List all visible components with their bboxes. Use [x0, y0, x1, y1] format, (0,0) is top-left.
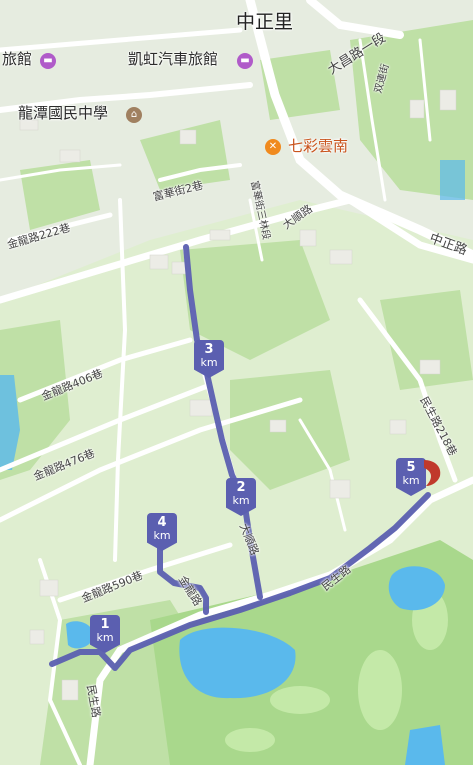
- km-marker-1[interactable]: 1 km: [90, 615, 120, 653]
- km-unit: km: [153, 529, 171, 542]
- km-number: 1: [100, 617, 110, 632]
- fork-knife-icon: ✕: [265, 139, 281, 155]
- km-marker-3[interactable]: 3 km: [194, 340, 224, 378]
- hotel-kaihong-label[interactable]: 凱虹汽車旅館: [128, 52, 218, 67]
- km-number: 4: [157, 515, 167, 530]
- km-marker-2[interactable]: 2 km: [226, 478, 256, 516]
- school-icon: ⌂: [126, 107, 142, 123]
- map-view[interactable]: ▬ ▬ ⌂ ✕ 中正里 旅館 凱虹汽車旅館 龍潭國民中學 七彩雲南 大昌路一段 …: [0, 0, 473, 765]
- bed-icon: ▬: [40, 53, 56, 69]
- end-flag-icon[interactable]: [420, 458, 444, 488]
- km-unit: km: [200, 356, 218, 369]
- school-label[interactable]: 龍潭國民中學: [18, 106, 108, 121]
- restaurant-label[interactable]: 七彩雲南: [288, 139, 348, 154]
- km-number: 3: [204, 342, 214, 357]
- km-unit: km: [232, 494, 250, 507]
- hotel-left-label[interactable]: 旅館: [2, 52, 32, 67]
- district-label: 中正里: [236, 11, 294, 33]
- km-unit: km: [96, 631, 114, 644]
- bed-icon: ▬: [237, 53, 253, 69]
- km-number: 2: [236, 480, 246, 495]
- km-marker-4[interactable]: 4 km: [147, 513, 177, 551]
